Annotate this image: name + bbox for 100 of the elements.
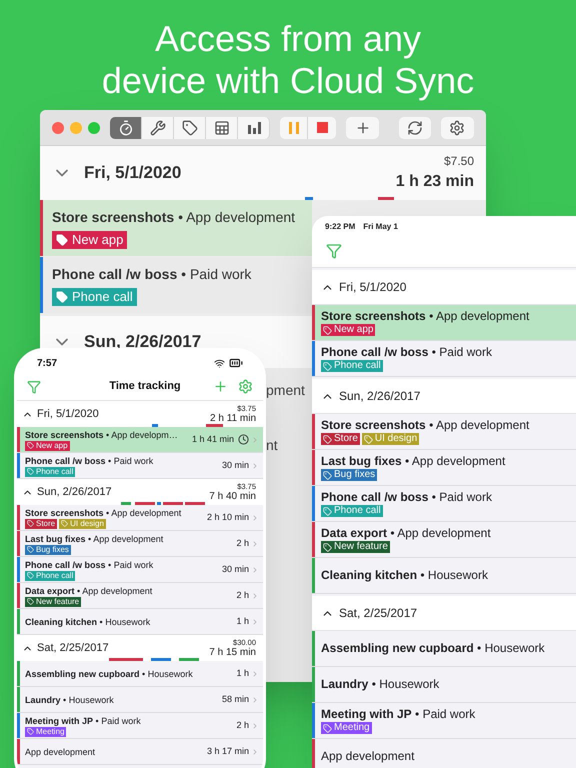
screen-title: Time tracking	[108, 379, 182, 394]
day-amount: $7.50	[444, 153, 474, 170]
tag-label: Phone call	[25, 466, 76, 476]
toolbar-button[interactable]	[142, 116, 174, 138]
tag-icon	[364, 434, 373, 444]
settings-icon[interactable]	[238, 379, 253, 394]
entry-duration: 2 h	[236, 718, 249, 732]
entry-row[interactable]: Store screenshots • App developm… New app 1 h 41 min	[17, 427, 263, 453]
refresh-icon	[406, 120, 423, 136]
tag-icon	[27, 728, 34, 735]
entry-row[interactable]: Phone call /w boss • Paid work Phone call	[312, 341, 576, 377]
entry-row[interactable]: Meeting with JP • Paid work Meeting	[312, 703, 576, 739]
tag-label: Store	[321, 433, 360, 445]
filter-icon[interactable]	[326, 242, 342, 258]
settings-icon	[449, 120, 466, 136]
toolbar-button[interactable]	[110, 116, 142, 138]
entry-title: Phone call /w boss • Paid work	[321, 345, 493, 360]
headline: Access from any device with Cloud Sync	[100, 18, 476, 102]
add-button[interactable]	[346, 116, 380, 138]
entry-row[interactable]: Cleaning kitchen • Housework 1 h	[17, 609, 263, 635]
tag-label: Phone call	[321, 505, 383, 517]
entry-title: Cleaning kitchen • Housework	[25, 616, 152, 628]
day-date: Sun, 2/26/2017	[339, 388, 420, 405]
status-time: 7:57	[37, 356, 58, 370]
status-date: Fri May 1	[363, 221, 398, 233]
entry-title: Phone call /w boss • Paid work	[25, 558, 154, 570]
entry-title: Phone call /w boss • Paid work	[25, 454, 154, 466]
entry-duration: 1 h	[236, 614, 249, 628]
entry-row[interactable]: Meeting with JP • Paid work Meeting 2 h	[17, 713, 263, 739]
wifi-icon	[214, 358, 225, 368]
entry-title: Store screenshots • App development	[321, 309, 530, 324]
stopwatch-icon	[118, 120, 134, 136]
tag-label: Meeting	[25, 726, 66, 736]
tag-label: Phone call	[321, 360, 383, 372]
entry-title: Meeting with JP • Paid work	[25, 714, 142, 726]
entry-title: Store screenshots • App development	[25, 506, 182, 518]
day-date: Sat, 2/25/2017	[37, 640, 109, 656]
battery-icon	[229, 356, 243, 370]
entry-row[interactable]: Laundry • Housework	[312, 667, 576, 703]
chevron-right-icon	[251, 436, 259, 444]
filter-icon[interactable]	[27, 380, 41, 394]
entry-row[interactable]: Store screenshots • App development Store UI design 2 h 10 min	[17, 505, 263, 531]
entry-row[interactable]: Assembling new cupboard • Housework	[312, 631, 576, 667]
status-time: 9:22 PM	[325, 221, 356, 233]
day-date: Sun, 2/26/2017	[37, 484, 112, 500]
entry-title: pment	[266, 381, 305, 400]
tag-icon	[27, 598, 34, 605]
pause-button[interactable]	[280, 116, 308, 138]
toolbar-button[interactable]	[174, 116, 206, 138]
stop-button[interactable]	[308, 116, 336, 138]
sync-button[interactable]	[399, 116, 431, 138]
chevron-right-icon	[251, 670, 259, 678]
entry-row[interactable]: Phone call /w boss • Paid work Phone call 30 min	[17, 557, 263, 583]
tag-label: New feature	[25, 596, 82, 606]
chevron-right-icon	[251, 592, 259, 600]
entry-title: Assembling new cupboard • Housework	[25, 668, 194, 680]
entry-row[interactable]: Cleaning kitchen • Housework	[312, 558, 576, 594]
chevron-right-icon	[251, 540, 259, 548]
tag-icon	[323, 434, 332, 444]
entry-row[interactable]: Assembling new cupboard • Housework 1 h	[17, 661, 263, 687]
entry-title: nt	[266, 436, 278, 455]
tag-label: Phone call	[52, 288, 137, 306]
toolbar-button[interactable]	[206, 116, 238, 138]
entry-row[interactable]: Phone call /w boss • Paid work Phone call 30 min	[17, 453, 263, 479]
tag-icon	[182, 120, 198, 136]
entry-row[interactable]: Laundry • Housework 58 min	[17, 687, 263, 713]
entry-row[interactable]: Store screenshots • App development Store UI design	[312, 414, 576, 450]
settings-button[interactable]	[440, 116, 474, 138]
tag-icon	[27, 520, 34, 527]
close-button[interactable]	[52, 122, 64, 134]
tag-icon	[323, 362, 332, 370]
tag-icon	[56, 291, 68, 303]
entry-row[interactable]: Store screenshots • App development New app	[40, 200, 312, 256]
chevron-right-icon	[251, 748, 259, 756]
tag-label: Bug fixes	[321, 469, 378, 481]
add-icon[interactable]	[213, 379, 228, 394]
toolbar-button[interactable]	[238, 116, 270, 138]
entry-title: Meeting with JP • Paid work	[321, 707, 476, 722]
day-date: Fri, 5/1/2020	[339, 279, 406, 296]
tag-icon	[56, 234, 68, 246]
entry-title: Last bug fixes • App development	[321, 454, 506, 469]
day-date: Fri, 5/1/2020	[37, 406, 99, 422]
entry-row[interactable]: Data export • App development New feature 2 h	[17, 583, 263, 609]
entry-row[interactable]: Phone call /w boss • Paid work Phone call	[312, 486, 576, 522]
tag-label: New app	[52, 231, 128, 249]
entry-row[interactable]: Last bug fixes • App development Bug fixes	[312, 450, 576, 486]
tag-icon	[61, 520, 68, 527]
entry-row[interactable]: App development 3 h 17 min	[17, 739, 263, 765]
tag-label: New app	[321, 324, 376, 336]
tag-icon	[323, 724, 332, 732]
day-date: Sun, 2/26/2017	[84, 331, 202, 354]
tag-label: Bug fixes	[25, 544, 71, 554]
entry-title: Laundry • Housework	[25, 694, 115, 706]
tag-icon	[27, 572, 34, 579]
entry-duration: 1 h 41 min	[192, 432, 234, 446]
entry-row[interactable]: Data export • App development New feature	[312, 522, 576, 558]
entry-title: App development	[321, 749, 416, 764]
entry-row[interactable]: Last bug fixes • App development Bug fixes 2 h	[17, 531, 263, 557]
entry-row[interactable]: Store screenshots • App development New app	[312, 305, 576, 341]
entry-duration: 58 min	[222, 692, 249, 706]
